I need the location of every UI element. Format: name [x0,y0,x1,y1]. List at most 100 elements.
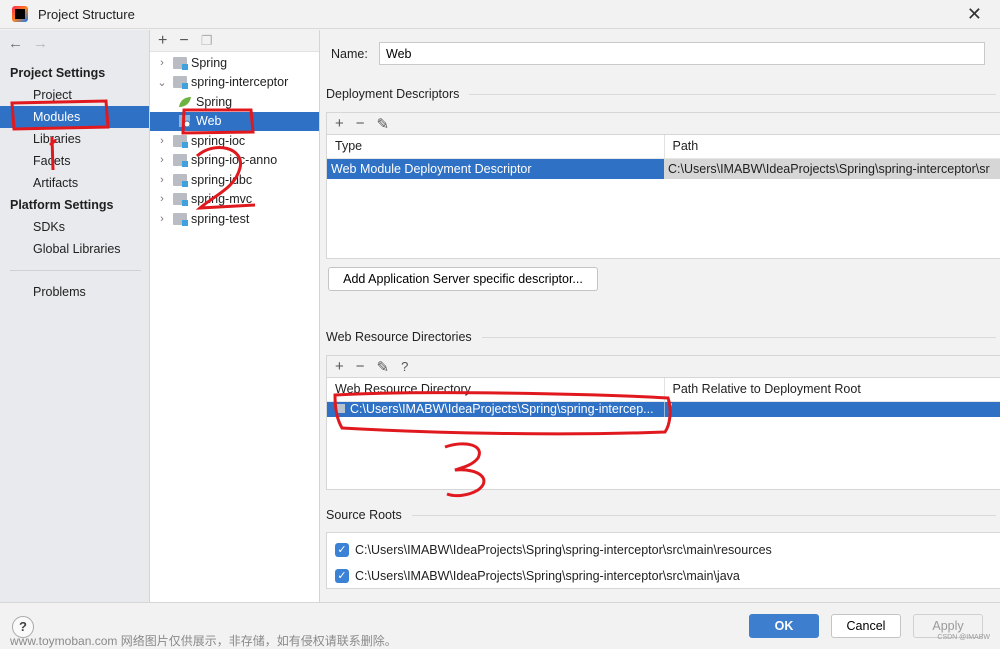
chevron-right-icon[interactable]: › [155,154,169,166]
module-folder-icon [173,212,188,226]
sidebar-item-problems[interactable]: Problems [0,281,149,303]
edit-pencil-icon[interactable]: ✎ [377,358,390,376]
back-arrow-icon[interactable]: ← [8,35,23,52]
tree-item-label: Web [196,114,222,129]
window-title: Project Structure [38,6,135,22]
chevron-right-icon[interactable]: › [155,57,169,69]
web-resource-toolbar: + − ✎ ? [327,356,1000,378]
web-resource-directories-panel: + − ✎ ? Web Resource Directory Path Rela… [326,355,1000,490]
chevron-right-icon[interactable]: › [155,193,169,205]
module-folder-icon [173,154,188,168]
column-header-type[interactable]: Type [327,135,665,159]
module-folder-icon [173,56,188,70]
ok-button[interactable]: OK [749,614,819,638]
tree-item-label: Spring [196,94,233,109]
sidebar-item-modules[interactable]: Modules [0,106,149,128]
module-folder-icon [173,76,188,90]
tree-item-spring-jdbc[interactable]: › spring-jdbc [150,170,319,190]
web-resource-table: Web Resource Directory Path Relative to … [327,378,1000,417]
sidebar-item-project[interactable]: Project [0,84,149,106]
column-header-path[interactable]: Path [664,135,1000,159]
deployment-descriptors-panel: + − ✎ Type Path Web Module Deployment De… [326,112,1000,259]
tree-item-label: Spring [191,55,228,70]
source-root-item[interactable]: ✓ C:\Users\IMABW\IdeaProjects\Spring\spr… [327,537,1000,563]
tree-item-spring-test[interactable]: › spring-test [150,209,319,229]
add-icon[interactable]: + [158,32,167,50]
web-resource-directories-title: Web Resource Directories [326,330,996,344]
title-bar: Project Structure ✕ [0,0,1000,29]
source-root-item[interactable]: ✓ C:\Users\IMABW\IdeaProjects\Spring\spr… [327,563,1000,589]
sidebar-divider [10,270,141,271]
platform-settings-header: Platform Settings [10,198,114,212]
tree-item-label: spring-interceptor [191,75,289,90]
chevron-right-icon[interactable]: › [155,174,169,186]
deployment-descriptors-title: Deployment Descriptors [326,87,996,101]
group-title-text: Source Roots [326,508,402,522]
dir-path-text: C:\Users\IMABW\IdeaProjects\Spring\sprin… [350,402,654,417]
settings-sidebar: ← → Project Settings Project Modules Lib… [0,30,150,602]
cancel-button[interactable]: Cancel [831,614,901,638]
sidebar-item-artifacts[interactable]: Artifacts [0,172,149,194]
forward-arrow-icon[interactable]: → [33,35,48,52]
remove-icon[interactable]: − [179,32,188,50]
module-folder-icon [173,173,188,187]
checkbox-checked[interactable]: ✓ [335,543,349,557]
folder-icon [335,404,345,414]
intellij-logo-icon [12,6,28,22]
tree-item-web-facet[interactable]: Web [150,111,319,131]
source-roots-title: Source Roots [326,508,996,522]
close-icon[interactable]: ✕ [967,4,982,25]
checkbox-checked[interactable]: ✓ [335,569,349,583]
source-root-path: C:\Users\IMABW\IdeaProjects\Spring\sprin… [355,569,740,583]
tree-item-spring-interceptor[interactable]: ⌄ spring-interceptor [150,73,319,93]
module-tree-panel: + − ❐ › Spring ⌄ spring-interceptor Spri… [150,30,320,602]
tree-item-label: spring-test [191,211,250,226]
web-resource-dir-cell[interactable]: C:\Users\IMABW\IdeaProjects\Spring\sprin… [327,401,665,417]
remove-icon[interactable]: − [356,115,365,132]
watermark-text: www.toymoban.com 网络图片仅供展示，非存储，如有侵权请联系删除。 [10,634,397,648]
tree-item-label: spring-mvc [191,192,253,207]
sidebar-item-global-libraries[interactable]: Global Libraries [0,238,149,260]
module-folder-icon [173,193,188,207]
tree-item-spring[interactable]: › Spring [150,53,319,73]
copy-icon[interactable]: ❐ [201,33,213,49]
help-icon[interactable]: ? [401,359,408,374]
tree-item-label: spring-jdbc [191,172,253,187]
edit-pencil-icon[interactable]: ✎ [377,115,390,133]
table-row[interactable]: C:\Users\IMABW\IdeaProjects\Spring\sprin… [327,401,1000,417]
source-root-path: C:\Users\IMABW\IdeaProjects\Spring\sprin… [355,543,772,557]
name-row: Name: [331,42,985,65]
descriptor-type-cell[interactable]: Web Module Deployment Descriptor [327,158,664,179]
chevron-right-icon[interactable]: › [155,213,169,225]
relative-path-cell[interactable]: / [664,401,1000,417]
spring-leaf-icon [179,96,191,107]
tree-toolbar: + − ❐ [150,30,319,52]
facet-settings-panel: Name: Deployment Descriptors + − ✎ Type … [321,30,1000,602]
tree-item-spring-mvc[interactable]: › spring-mvc [150,190,319,210]
descriptors-table: Type Path Web Module Deployment Descript… [327,135,1000,179]
name-input[interactable] [379,42,985,65]
csdn-watermark: CSDN @IMABW [937,634,990,641]
add-icon[interactable]: + [335,115,344,132]
project-settings-header: Project Settings [10,66,106,80]
add-icon[interactable]: + [335,358,344,375]
column-header-relative-path[interactable]: Path Relative to Deployment Root [664,378,1000,402]
name-label: Name: [331,46,368,61]
table-row[interactable]: Web Module Deployment Descriptor C:\User… [327,158,1000,179]
tree-item-spring-facet[interactable]: Spring [150,92,319,112]
descriptor-path-cell[interactable]: C:\Users\IMABW\IdeaProjects\Spring\sprin… [664,158,1000,179]
sidebar-item-libraries[interactable]: Libraries [0,128,149,150]
tree-item-label: spring-ioc [191,133,246,148]
chevron-down-icon[interactable]: ⌄ [155,76,169,89]
group-title-text: Deployment Descriptors [326,87,460,101]
chevron-right-icon[interactable]: › [155,135,169,147]
tree-item-spring-ioc-anno[interactable]: › spring-ioc-anno [150,151,319,171]
column-header-web-resource-directory[interactable]: Web Resource Directory [327,378,665,402]
sidebar-item-sdks[interactable]: SDKs [0,216,149,238]
add-server-descriptor-button[interactable]: Add Application Server specific descript… [328,267,598,291]
descriptor-toolbar: + − ✎ [327,113,1000,135]
remove-icon[interactable]: − [356,358,365,375]
sidebar-item-facets[interactable]: Facets [0,150,149,172]
dialog-footer: ? www.toymoban.com 网络图片仅供展示，非存储，如有侵权请联系删… [0,602,1000,648]
tree-item-spring-ioc[interactable]: › spring-ioc [150,131,319,151]
